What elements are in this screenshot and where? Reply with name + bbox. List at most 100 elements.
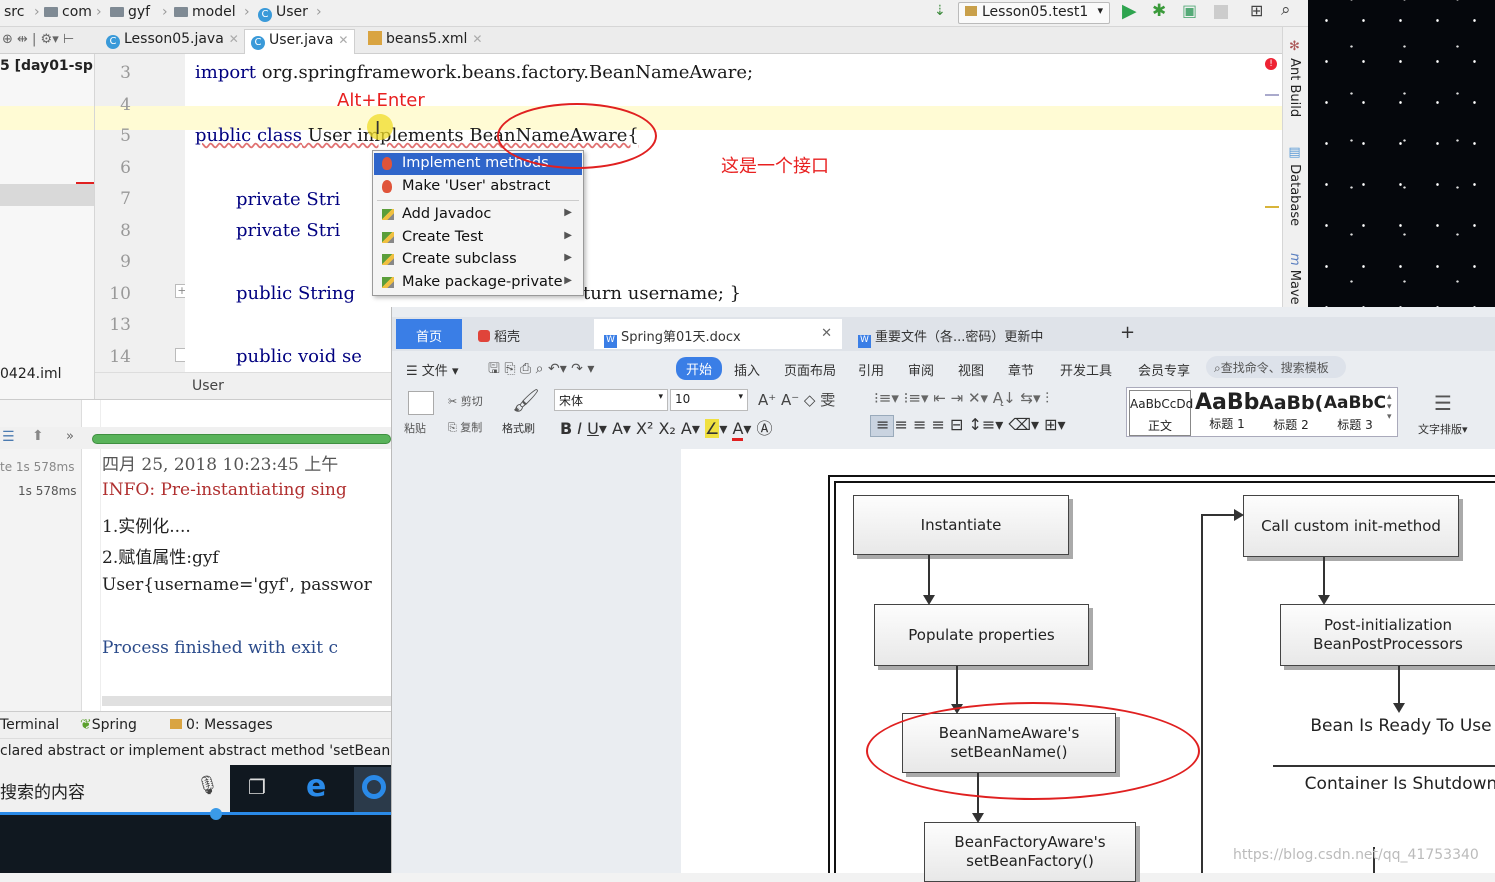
- cut-button[interactable]: ✂ 剪切: [448, 393, 483, 409]
- menu-item-create-test[interactable]: Create Test ▶: [374, 227, 582, 249]
- list-format-icons[interactable]: ⁝≡▾ ⁝≡▾ ⇤ ⇥ ✕▾ Ą↓ ⇆▾ ⫶: [874, 389, 1049, 407]
- gallery-scroll-icon[interactable]: ▴ ▾ ▾: [1387, 392, 1392, 422]
- line-number: 10: [109, 284, 131, 304]
- word-doc-icon: W: [858, 335, 871, 348]
- horizontal-scrollbar[interactable]: [102, 696, 391, 706]
- console-line: 1.实例化....: [102, 517, 191, 537]
- new-tab-button[interactable]: +: [1110, 319, 1145, 349]
- text-layout-icon[interactable]: ☰: [1434, 391, 1452, 415]
- font-name-select[interactable]: 宋体 ▾: [554, 389, 668, 411]
- close-icon[interactable]: ✕: [821, 326, 832, 341]
- project-root[interactable]: 5 [day01-spri: [0, 58, 94, 74]
- format-painter-button[interactable]: 格式刷: [502, 420, 535, 436]
- document-page[interactable]: Instantiate Populate properties BeanName…: [681, 449, 1495, 882]
- console-time: te 1s 578ms: [0, 460, 75, 474]
- menu-sections[interactable]: 章节: [1008, 360, 1034, 379]
- tab-beans5-xml[interactable]: beans5.xml ✕: [362, 29, 488, 54]
- menu-review[interactable]: 审阅: [908, 360, 934, 379]
- breadcrumb-src[interactable]: src: [4, 4, 24, 20]
- breadcrumb-com[interactable]: com: [44, 4, 92, 20]
- microphone-icon[interactable]: 🎙: [196, 775, 219, 796]
- slider-thumb[interactable]: [210, 808, 222, 820]
- console-time: 1s 578ms: [18, 484, 77, 498]
- menu-insert[interactable]: 插入: [734, 360, 760, 379]
- tab-important-file[interactable]: W 重要文件（各...密码）更新中: [848, 319, 1096, 349]
- intention-actions-popup: Implement methods Make 'User' abstract A…: [372, 150, 584, 296]
- tab-lesson05[interactable]: C Lesson05.java ✕: [100, 29, 245, 54]
- breadcrumb-gyf[interactable]: gyf: [110, 4, 150, 20]
- menu-references[interactable]: 引用: [858, 360, 884, 379]
- run-icon[interactable]: ▶: [1122, 0, 1137, 22]
- breadcrumb-model[interactable]: model: [174, 4, 236, 20]
- tab-document[interactable]: W Spring第01天.docx ✕: [594, 319, 842, 349]
- search-icon[interactable]: ⌕: [1281, 0, 1291, 20]
- menu-developer[interactable]: 开发工具: [1060, 360, 1112, 379]
- format-painter-icon[interactable]: 🖌: [512, 389, 540, 414]
- close-icon[interactable]: ✕: [229, 32, 239, 46]
- menu-membership[interactable]: 会员专享: [1138, 360, 1190, 379]
- menu-item-make-abstract[interactable]: Make 'User' abstract: [374, 176, 582, 198]
- run-configuration-select[interactable]: Lesson05.test1 ▾: [958, 2, 1110, 24]
- paragraph-align-icons[interactable]: ≡ ≡ ≡ ≡ ⊟ ↕≡▾ ⌫▾ ⊞▾: [876, 415, 1066, 434]
- annotation-ellipse-interface: [497, 103, 657, 169]
- command-search-box[interactable]: ⌕查找命令、搜索模板: [1206, 356, 1346, 378]
- editor-tab-bar: ⊕ ⇹ | ⚙▾ ⊢ C Lesson05.java ✕ C User.java ✕ b…: [0, 27, 1282, 54]
- database-icon: ▤: [1287, 145, 1302, 165]
- style-heading-2[interactable]: AaBb(标题 2: [1259, 390, 1323, 436]
- menu-file[interactable]: ☰ 文件 ▾: [406, 360, 458, 379]
- tab-spring[interactable]: ❦Spring: [80, 717, 137, 733]
- paste-button[interactable]: 粘贴: [404, 420, 426, 436]
- tool-maven[interactable]: m Mave: [1287, 253, 1302, 305]
- tab-home[interactable]: 首页: [396, 319, 462, 349]
- edge-browser-icon[interactable]: e: [306, 769, 326, 804]
- coverage-icon[interactable]: ▣: [1182, 1, 1197, 20]
- more-icon[interactable]: »: [66, 429, 74, 444]
- paste-icon[interactable]: [408, 391, 434, 415]
- tab-docer[interactable]: 稻壳: [468, 319, 584, 349]
- style-gallery: AaBbCcDd 正文 AaBb 标题 1 AaBb(标题 2 AaBbC 标题 3 …: [1126, 387, 1398, 437]
- tab-terminal[interactable]: Terminal: [0, 717, 59, 733]
- stop-icon[interactable]: [1214, 5, 1228, 19]
- font-size-select[interactable]: 10 ▾: [670, 389, 748, 411]
- copy-button[interactable]: ⎘ 复制: [448, 419, 482, 435]
- task-view-icon[interactable]: ❐: [248, 775, 266, 799]
- class-icon: C: [258, 8, 272, 22]
- tab-user-java[interactable]: C User.java ✕: [244, 29, 356, 54]
- menu-item-add-javadoc[interactable]: Add Javadoc ▶: [374, 204, 582, 226]
- arrow-up-icon[interactable]: ⬆: [32, 428, 44, 444]
- font-size-adjust-icons[interactable]: A⁺ A⁻ ◇ 雯: [758, 389, 835, 410]
- xml-file-icon: [368, 31, 382, 45]
- breadcrumb-user[interactable]: C User: [258, 4, 308, 22]
- editor-breadcrumb[interactable]: User: [192, 378, 224, 394]
- quick-access-icons[interactable]: 🖫 ⎘ ⎙ ⌕ ↶▾ ↷ ▾: [488, 358, 594, 382]
- layout-icon[interactable]: ⊕ ⇹ | ⚙▾ ⊢: [2, 32, 74, 47]
- active-app-icon[interactable]: [354, 767, 391, 813]
- project-file-iml[interactable]: 0424.iml: [0, 366, 62, 382]
- spring-leaf-icon: ❦: [80, 717, 92, 733]
- close-icon[interactable]: ✕: [472, 32, 482, 46]
- close-icon[interactable]: ✕: [338, 33, 348, 47]
- tool-database[interactable]: ▤ Database: [1287, 145, 1302, 226]
- chevron-down-icon: ▾: [1097, 4, 1103, 17]
- tool-ant-build[interactable]: ✻ Ant Build: [1287, 39, 1302, 117]
- text-layout-button[interactable]: 文字排版▾: [1418, 421, 1468, 437]
- style-normal[interactable]: AaBbCcDd 正文: [1129, 390, 1193, 436]
- layout-icon[interactable]: ☰: [2, 429, 15, 445]
- menu-item-make-package-private[interactable]: Make package-private ▶: [374, 272, 582, 294]
- taskbar-search-box[interactable]: 搜索的内容 🎙: [0, 765, 230, 813]
- tab-messages[interactable]: 0: Messages: [170, 717, 273, 733]
- text-format-icons[interactable]: B I U▾ A▾ X² X₂ A▾ ∠▾ A▾ Ⓐ: [560, 415, 773, 441]
- menu-start[interactable]: 开始: [676, 357, 723, 380]
- menu-view[interactable]: 视图: [958, 360, 984, 379]
- project-structure-icon[interactable]: ⊞: [1250, 1, 1263, 20]
- style-heading-3[interactable]: AaBbC 标题 3: [1323, 390, 1387, 436]
- code-line-14: public void se: [236, 346, 362, 367]
- search-icon: ⌕: [1214, 361, 1221, 375]
- debug-icon[interactable]: ✱: [1152, 1, 1166, 21]
- menu-item-create-subclass[interactable]: Create subclass ▶: [374, 249, 582, 271]
- build-icon[interactable]: ⇣: [934, 3, 946, 19]
- menu-page-layout[interactable]: 页面布局: [784, 360, 836, 379]
- style-heading-1[interactable]: AaBb 标题 1: [1195, 390, 1259, 436]
- error-indicator-icon[interactable]: !: [1265, 58, 1277, 70]
- code-line-7: private Stri: [236, 189, 341, 210]
